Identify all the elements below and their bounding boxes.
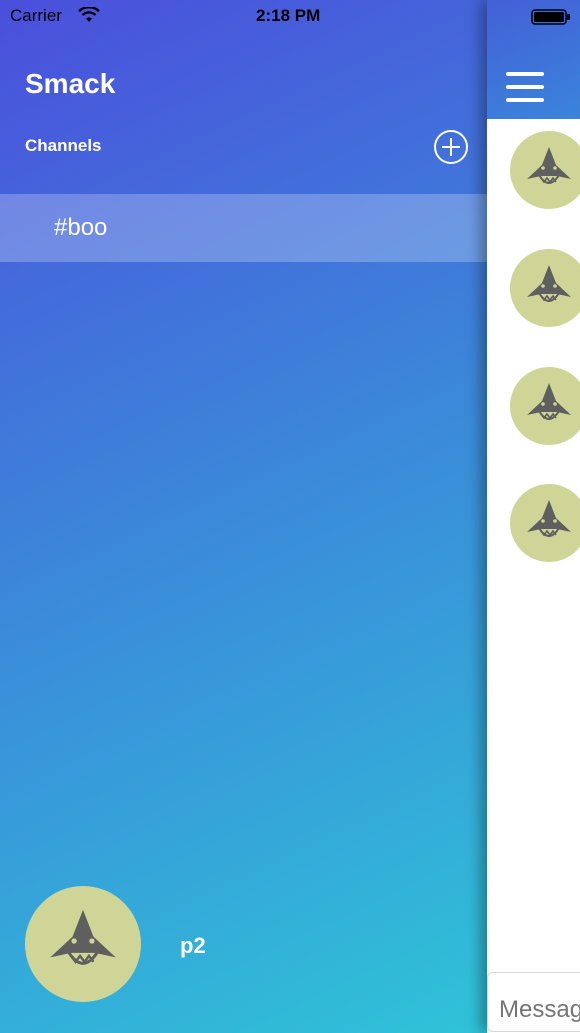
channel-item-boo[interactable]: #boo [0, 194, 487, 262]
user-name[interactable]: p2 [180, 933, 206, 959]
battery-icon [531, 9, 570, 25]
user-avatar[interactable] [25, 886, 141, 1002]
chat-header [487, 0, 580, 119]
message-avatar[interactable] [510, 484, 580, 562]
message-avatar[interactable] [510, 131, 580, 209]
hamburger-menu-icon[interactable] [506, 72, 544, 102]
channels-heading: Channels [25, 136, 102, 155]
message-avatar[interactable] [510, 249, 580, 327]
app-title: Smack [25, 68, 116, 99]
chat-panel[interactable] [487, 0, 580, 1033]
status-time: 2:18 PM [256, 6, 321, 25]
channel-label: #boo [54, 214, 108, 241]
wifi-icon [78, 7, 100, 22]
message-avatar[interactable] [510, 367, 580, 445]
add-channel-button[interactable] [433, 129, 469, 165]
carrier-label: Carrier [10, 6, 62, 25]
message-input[interactable] [487, 972, 580, 1032]
